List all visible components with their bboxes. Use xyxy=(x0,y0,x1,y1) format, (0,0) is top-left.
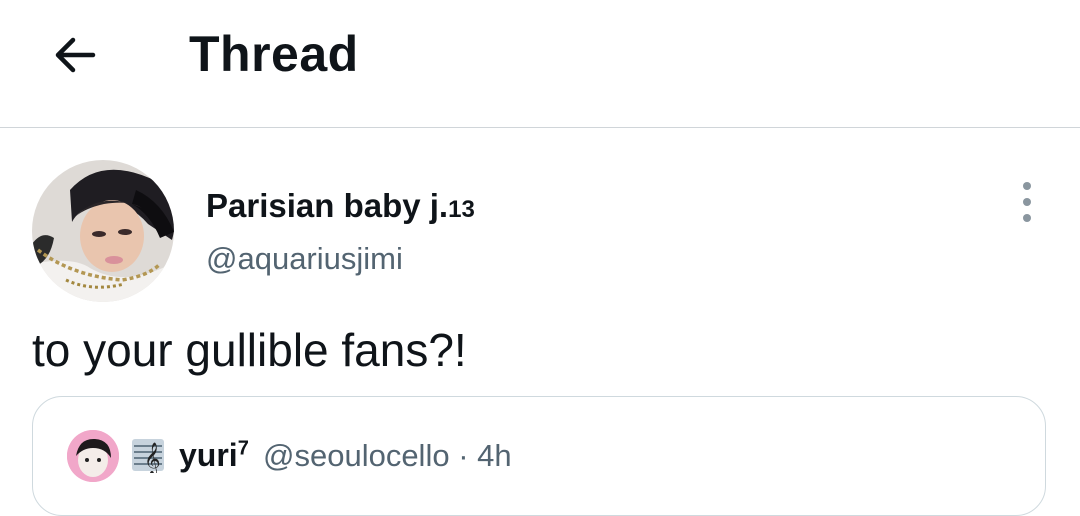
quoted-author-avatar xyxy=(67,430,119,482)
back-button[interactable] xyxy=(46,28,104,82)
more-vertical-icon xyxy=(1023,182,1031,190)
musical-score-icon: 𝄞 xyxy=(131,437,165,476)
quoted-tweet-card[interactable]: 𝄞 yuri7 @seoulocello · 4h xyxy=(32,396,1046,516)
author-name-suffix: 13 xyxy=(448,196,475,223)
page-title: Thread xyxy=(189,26,359,82)
meta-separator: · xyxy=(458,438,469,473)
quoted-author-name: yuri7 xyxy=(179,437,249,473)
quoted-tweet-time: 4h xyxy=(477,438,512,473)
quoted-author-handle: @seoulocello xyxy=(263,438,450,473)
more-options-button[interactable] xyxy=(1008,182,1046,222)
thread-header: Thread xyxy=(0,0,1080,128)
quoted-author-meta: @seoulocello · 4h xyxy=(263,437,512,475)
tweet-text: to your gullible fans?! xyxy=(32,324,467,376)
arrow-left-icon xyxy=(55,37,96,73)
quoted-author-name-sup: 7 xyxy=(237,437,249,460)
author-avatar[interactable] xyxy=(32,160,174,302)
svg-text:𝄞: 𝄞 xyxy=(144,442,161,473)
author-display-name[interactable]: Parisian baby j.13 xyxy=(206,186,475,230)
author-handle[interactable]: @aquariusjimi xyxy=(206,240,403,278)
